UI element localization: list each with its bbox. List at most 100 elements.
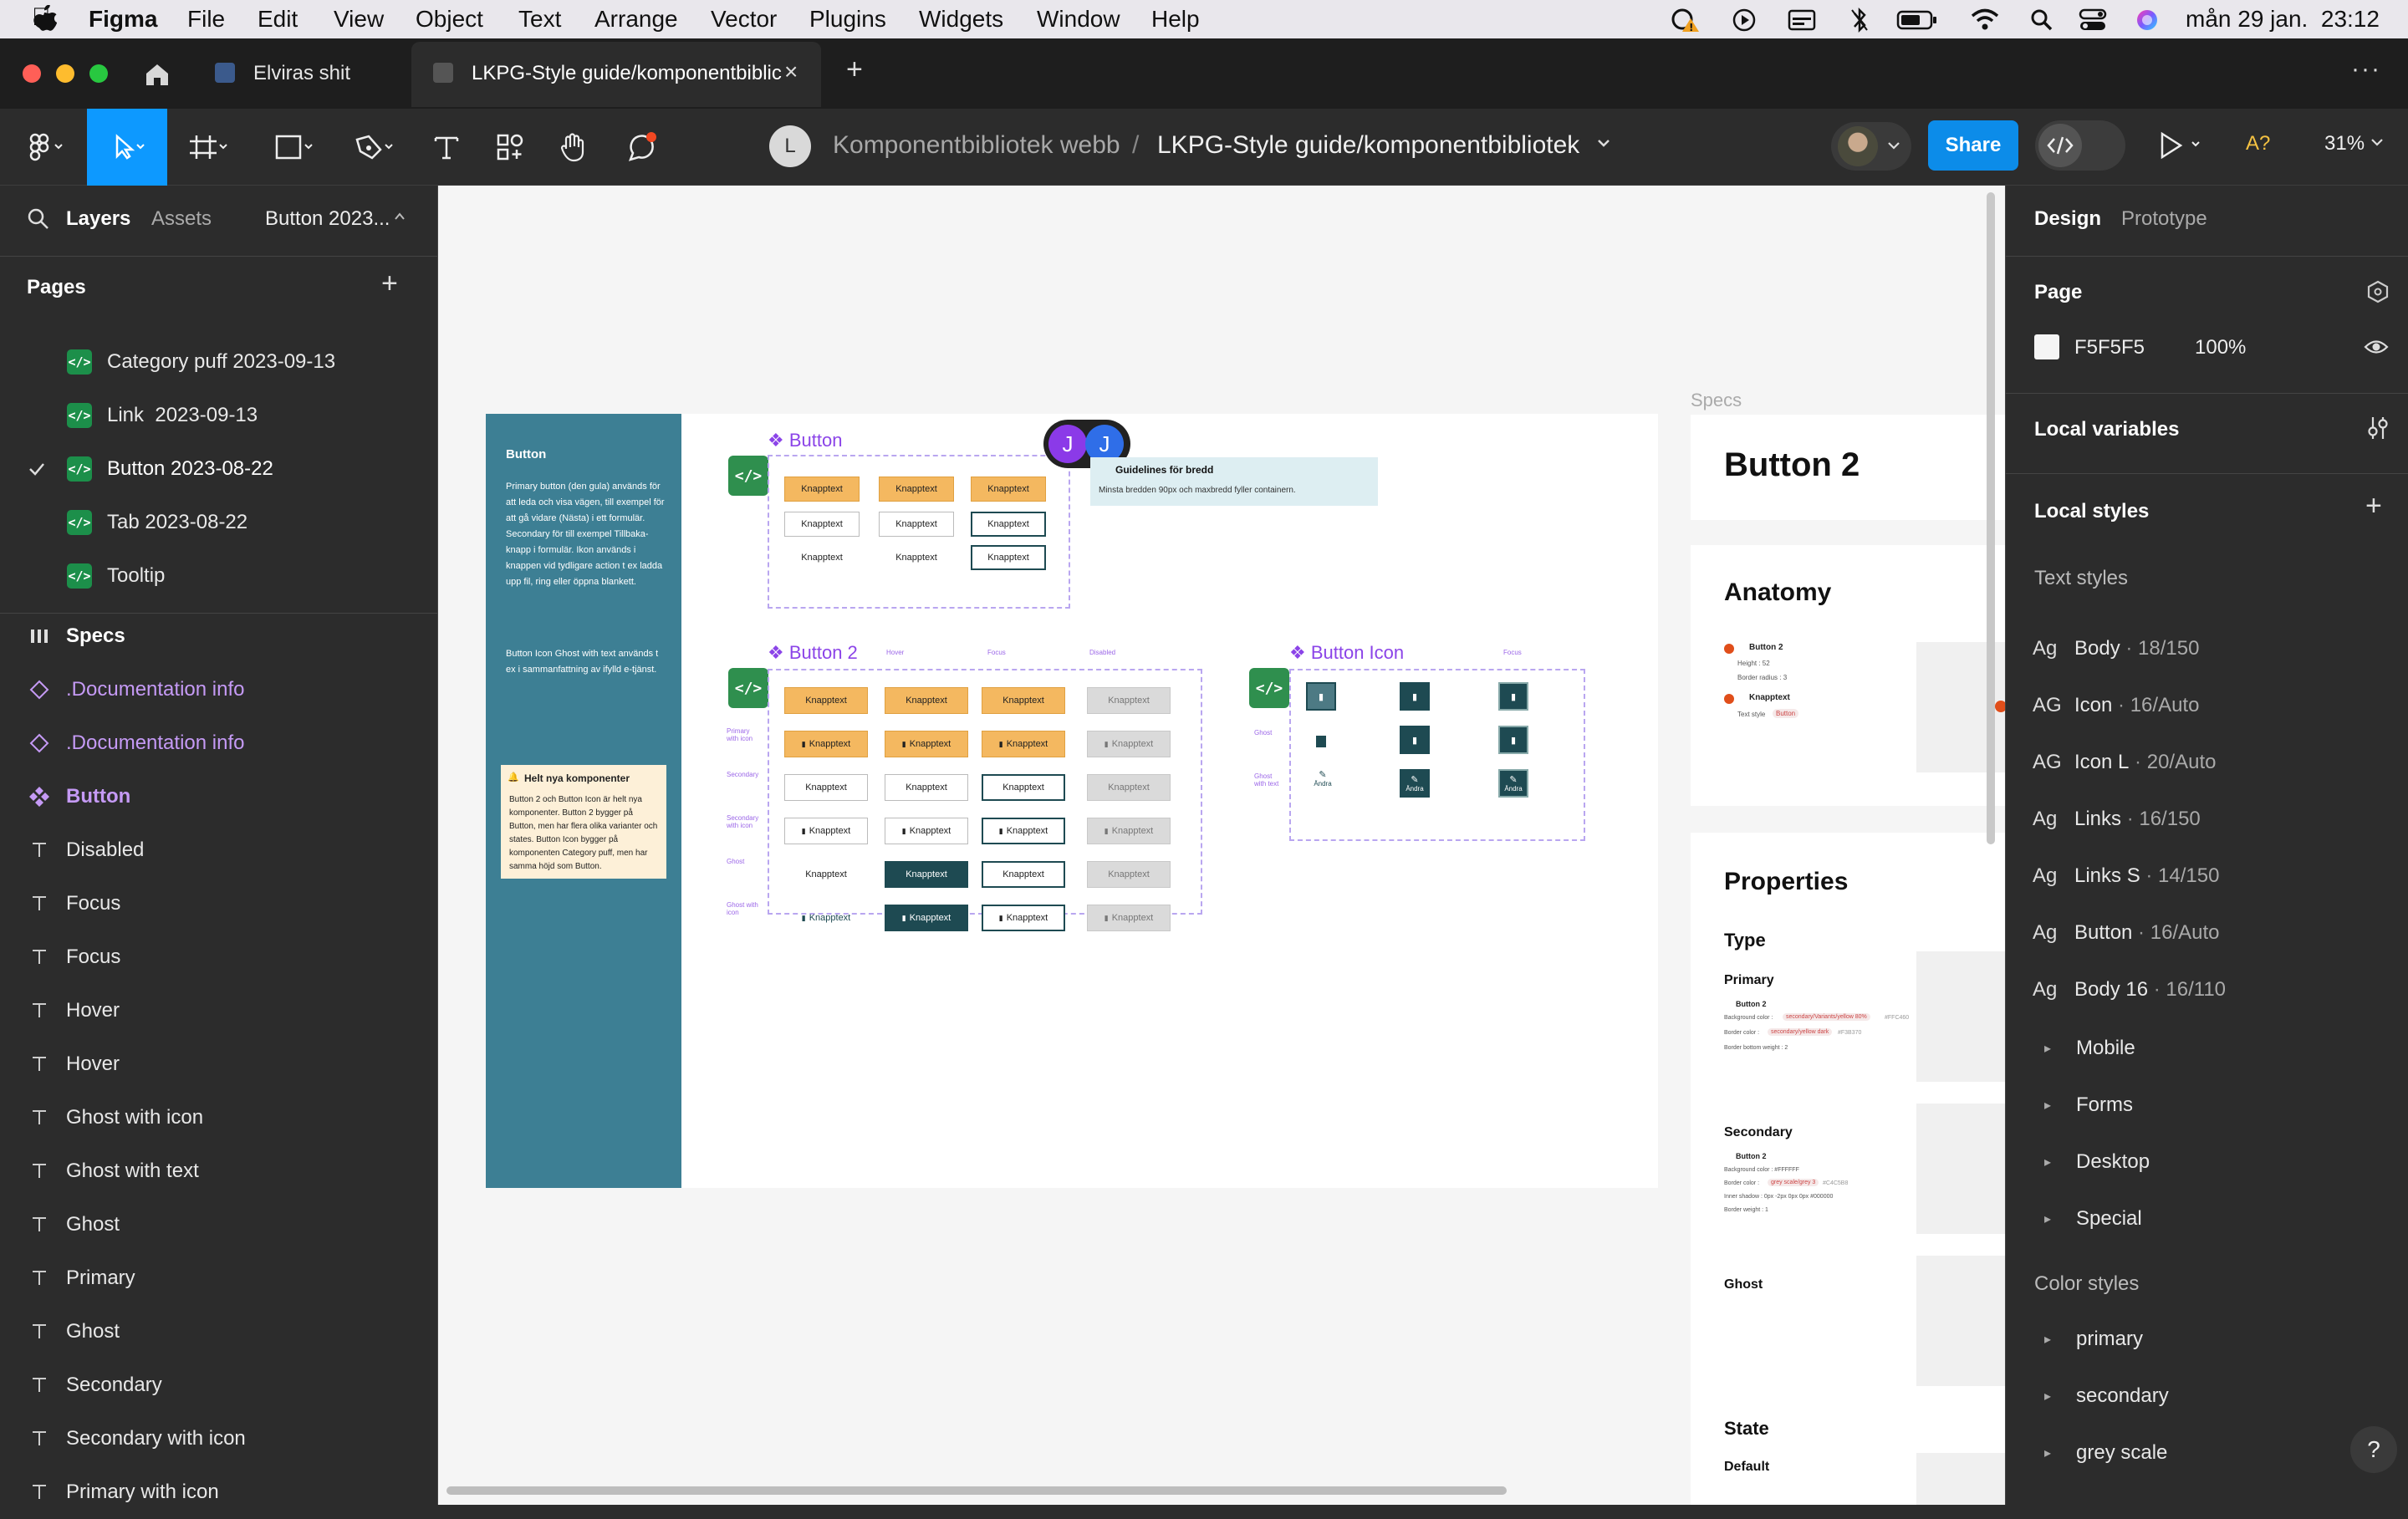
chevron-down-icon[interactable] bbox=[1595, 137, 1612, 150]
menu-plugins[interactable]: Plugins bbox=[809, 6, 886, 33]
documentation-panel[interactable]: Button Primary button (den gula) används… bbox=[486, 414, 681, 1188]
page-color-swatch[interactable] bbox=[2034, 334, 2059, 359]
page-item[interactable]: </> Tab 2023-08-22 bbox=[0, 496, 438, 549]
layer-text[interactable]: Hover bbox=[0, 1037, 438, 1091]
vertical-scrollbar[interactable] bbox=[1987, 192, 1995, 844]
breadcrumb-project[interactable]: Komponentbibliotek webb bbox=[833, 131, 1120, 160]
collaborator-avatar[interactable] bbox=[1831, 122, 1911, 171]
layer-specs[interactable]: Specs bbox=[0, 609, 438, 663]
new-tab-button[interactable]: + bbox=[846, 54, 863, 86]
variant-button[interactable]: ▮ Knapptext bbox=[982, 905, 1065, 931]
search-icon[interactable] bbox=[27, 207, 50, 231]
layer-text[interactable]: Ghost bbox=[0, 1305, 438, 1358]
component-set-title[interactable]: ❖ Button bbox=[768, 430, 842, 451]
close-window-button[interactable] bbox=[23, 64, 41, 83]
icon-button[interactable]: ▮ bbox=[1400, 682, 1430, 711]
variant-button[interactable]: Knapptext bbox=[1087, 861, 1171, 888]
variant-button[interactable]: Knapptext bbox=[879, 545, 954, 570]
variant-button[interactable]: Knapptext bbox=[971, 477, 1046, 502]
icon-button[interactable]: ▮ bbox=[1498, 726, 1528, 754]
page-item[interactable]: </> Tooltip bbox=[0, 549, 438, 603]
tab-prototype[interactable]: Prototype bbox=[2121, 207, 2207, 231]
layer-text[interactable]: Ghost with text bbox=[0, 1144, 438, 1198]
icon-button-ghost-text[interactable]: ✎ Ändra bbox=[1306, 769, 1339, 798]
component-set-title[interactable]: ❖ Button 2 bbox=[768, 642, 858, 664]
layer-text[interactable]: Ghost with icon bbox=[0, 1091, 438, 1144]
hand-tool-button[interactable] bbox=[548, 109, 599, 186]
variant-button[interactable]: Knapptext bbox=[784, 545, 860, 570]
layer-documentation-info[interactable]: .Documentation info bbox=[0, 663, 438, 716]
breadcrumb-file[interactable]: LKPG-Style guide/komponentbibliotek bbox=[1157, 131, 1579, 160]
icon-button[interactable]: ▮ bbox=[1306, 682, 1336, 711]
variant-button[interactable]: Knapptext bbox=[784, 477, 860, 502]
menu-clock[interactable]: mån 29 jan. 23:12 bbox=[2186, 6, 2380, 33]
tab-elviras-shit[interactable]: Elviras shit bbox=[195, 42, 409, 107]
variant-button[interactable]: Knapptext bbox=[879, 512, 954, 537]
layer-text[interactable]: Primary with icon bbox=[0, 1465, 438, 1519]
control-center-icon[interactable] bbox=[2079, 8, 2107, 32]
text-tool-button[interactable] bbox=[421, 109, 472, 186]
spotlight-search-icon[interactable] bbox=[2030, 8, 2053, 32]
main-menu-button[interactable] bbox=[17, 109, 75, 186]
icon-button[interactable]: ▮ bbox=[1400, 726, 1430, 754]
icon-button-ghost[interactable] bbox=[1316, 736, 1326, 747]
zoom-level[interactable]: 31% bbox=[2324, 132, 2365, 155]
maximize-window-button[interactable] bbox=[89, 64, 108, 83]
page-item[interactable]: </> Category puff 2023-09-13 bbox=[0, 335, 438, 389]
page-color-value[interactable]: F5F5F5 bbox=[2074, 336, 2145, 359]
variant-button[interactable]: Knapptext bbox=[885, 687, 968, 714]
pen-tool-button[interactable] bbox=[341, 109, 408, 186]
variant-button[interactable]: Knapptext bbox=[971, 512, 1046, 537]
menu-help[interactable]: Help bbox=[1151, 6, 1200, 33]
menu-object[interactable]: Object bbox=[416, 6, 483, 33]
variant-button[interactable]: Knapptext bbox=[784, 774, 868, 801]
text-style-item[interactable]: AG Icon L · 20/Auto bbox=[2033, 746, 2216, 779]
menu-window[interactable]: Window bbox=[1037, 6, 1120, 33]
menu-view[interactable]: View bbox=[334, 6, 384, 33]
text-style-item[interactable]: Ag Button · 16/Auto bbox=[2033, 916, 2219, 950]
variant-button[interactable]: Knapptext bbox=[1087, 687, 1171, 714]
layer-text[interactable]: Secondary with icon bbox=[0, 1412, 438, 1465]
layer-text[interactable]: Focus bbox=[0, 930, 438, 984]
tab-design[interactable]: Design bbox=[2034, 207, 2101, 231]
layer-text[interactable]: Secondary bbox=[0, 1358, 438, 1412]
layer-text[interactable]: Disabled bbox=[0, 823, 438, 877]
share-button[interactable]: Share bbox=[1928, 120, 2018, 171]
help-button[interactable]: ? bbox=[2350, 1426, 2397, 1473]
play-circle-icon[interactable] bbox=[1732, 8, 1756, 32]
layer-documentation-info[interactable]: .Documentation info bbox=[0, 716, 438, 770]
tab-lkpg-style-guide[interactable]: LKPG-Style guide/komponentbiblic × bbox=[411, 42, 821, 107]
variant-button[interactable]: Knapptext bbox=[982, 774, 1065, 801]
text-style-item[interactable]: Ag Links S · 14/150 bbox=[2033, 859, 2219, 893]
component-set-title[interactable]: ❖ Button Icon bbox=[1289, 642, 1404, 664]
missing-fonts-button[interactable]: A? bbox=[2246, 132, 2270, 155]
icon-button[interactable]: ▮ bbox=[1498, 682, 1528, 711]
close-tab-icon[interactable]: × bbox=[784, 59, 798, 85]
variant-button[interactable]: ▮ Knapptext bbox=[982, 818, 1065, 844]
variant-button[interactable]: Knapptext bbox=[971, 545, 1046, 570]
page-selector[interactable]: Button 2023... bbox=[265, 207, 390, 231]
shape-tool-button[interactable] bbox=[261, 109, 328, 186]
variant-button[interactable]: ▮ Knapptext bbox=[885, 905, 968, 931]
text-style-item[interactable]: AG Icon · 16/Auto bbox=[2033, 689, 2199, 722]
siri-icon[interactable] bbox=[2135, 8, 2159, 32]
variant-button[interactable]: ▮ Knapptext bbox=[1087, 905, 1171, 931]
wifi-icon[interactable] bbox=[1970, 7, 2000, 32]
home-icon[interactable] bbox=[144, 62, 171, 87]
variant-button[interactable]: Knapptext bbox=[982, 861, 1065, 888]
more-menu-icon[interactable]: ··· bbox=[2351, 55, 2381, 84]
chevron-up-icon[interactable] bbox=[393, 211, 406, 222]
variant-button[interactable]: Knapptext bbox=[784, 687, 868, 714]
variant-button[interactable]: ▮ Knapptext bbox=[885, 818, 968, 844]
menu-vector[interactable]: Vector bbox=[711, 6, 777, 33]
menu-text[interactable]: Text bbox=[518, 6, 561, 33]
text-style-item[interactable]: Ag Body · 18/150 bbox=[2033, 632, 2199, 665]
layer-text[interactable]: Focus bbox=[0, 877, 438, 930]
icon-button[interactable]: ✎ Ändra bbox=[1498, 769, 1528, 798]
resources-button[interactable] bbox=[485, 109, 535, 186]
page-item-current[interactable]: </> Button 2023-08-22 bbox=[0, 442, 438, 496]
tab-assets[interactable]: Assets bbox=[151, 207, 212, 231]
variant-button[interactable]: Knapptext bbox=[784, 512, 860, 537]
variant-button[interactable]: ▮ Knapptext bbox=[982, 731, 1065, 757]
add-style-button[interactable]: + bbox=[2365, 490, 2382, 522]
